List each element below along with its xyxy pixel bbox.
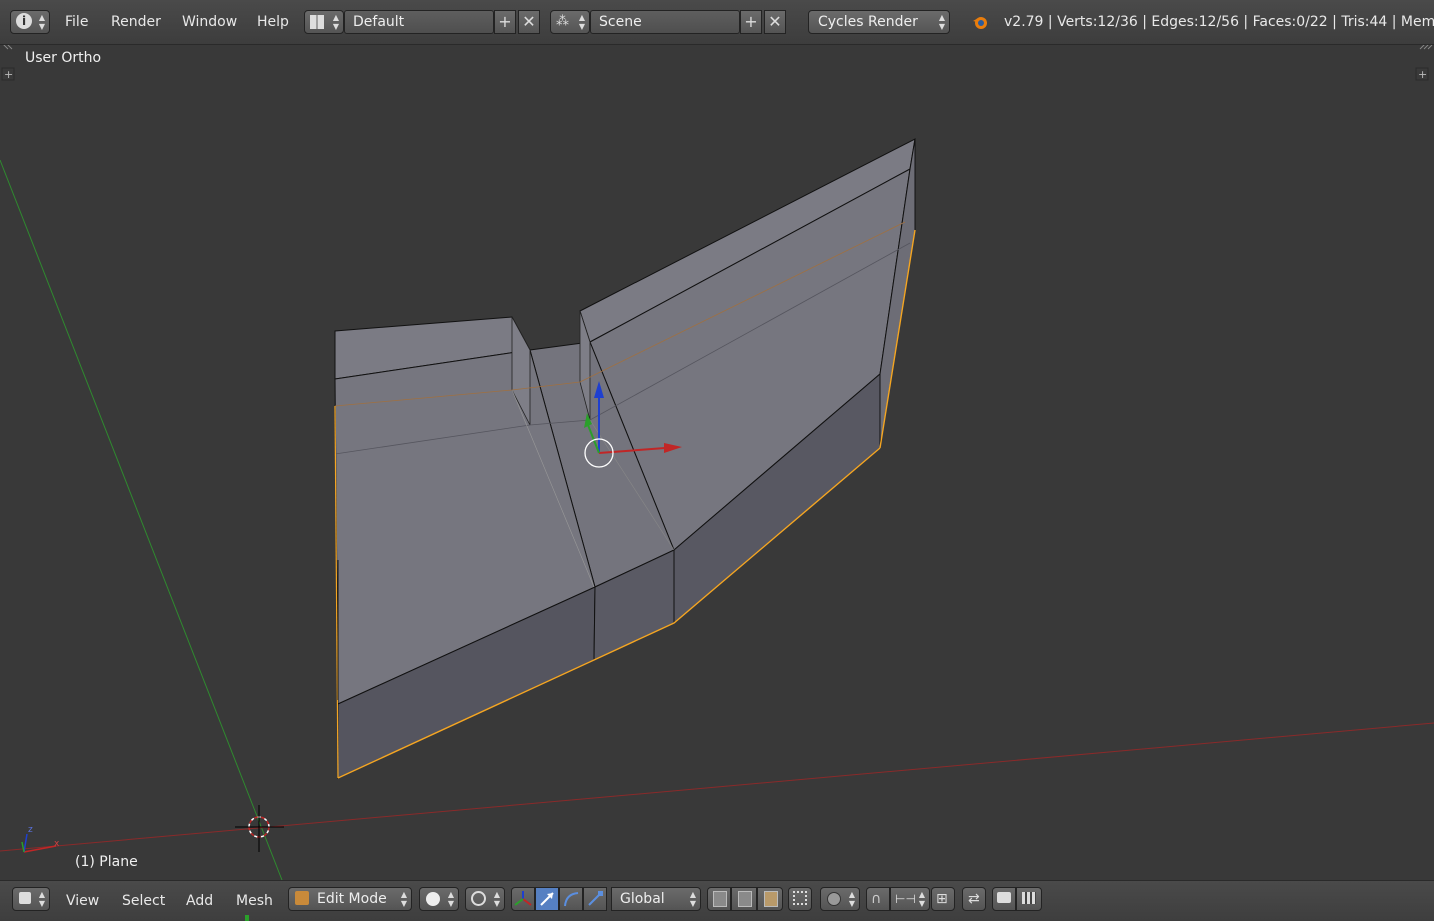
scene-selector[interactable]: ⁂ ▲ ▼ (550, 10, 590, 34)
scene-icon: ⁂ (556, 14, 569, 29)
layout-name-field[interactable]: Default (344, 10, 494, 34)
svg-text:+: + (4, 68, 13, 81)
mode-label: Edit Mode (317, 891, 387, 907)
area-split-handle-icon[interactable] (1419, 45, 1433, 50)
3d-cursor-icon[interactable] (235, 805, 284, 852)
camera-icon (997, 892, 1011, 903)
svg-text:+: + (1418, 68, 1427, 81)
y-axis-line (0, 159, 283, 880)
info-icon: i (16, 13, 32, 29)
chevron-updown-icon: ▲ ▼ (848, 890, 855, 908)
proportional-edit-icon (827, 892, 841, 906)
edit-mode-icon (295, 891, 309, 905)
blender-logo-icon (971, 13, 989, 31)
menu-add[interactable]: Add (186, 890, 213, 912)
scene-name-field[interactable]: Scene (590, 10, 740, 34)
chevron-updown-icon: ▲ ▼ (447, 890, 454, 908)
menu-mesh[interactable]: Mesh (236, 890, 273, 912)
scale-manipulator-button[interactable] (583, 887, 607, 911)
editor-type-button[interactable]: ▲ ▼ (12, 887, 50, 911)
face-select-button[interactable] (757, 887, 783, 911)
menu-render[interactable]: Render (111, 9, 161, 35)
translate-manipulator-button[interactable] (535, 887, 559, 911)
menu-select[interactable]: Select (122, 890, 165, 912)
mesh-object-plane[interactable] (334, 138, 916, 779)
limit-selection-visible-button[interactable] (788, 887, 812, 911)
chevron-updown-icon: ▲ ▼ (493, 890, 500, 908)
chevron-updown-icon: ▲ ▼ (332, 13, 339, 31)
editor-type-button[interactable]: i ▲ ▼ (10, 10, 50, 34)
timeline-cursor-marker (245, 915, 249, 921)
vertex-select-icon (713, 891, 727, 907)
info-header: i ▲ ▼ File Render Window Help ▲ ▼ Default … (0, 0, 1434, 45)
render-engine-label: Cycles Render (818, 14, 918, 30)
magnet-icon: ∩ (871, 891, 882, 907)
view-label: User Ortho (25, 50, 102, 66)
chevron-updown-icon: ▲ ▼ (938, 13, 945, 31)
transform-orientation-dropdown[interactable]: Global ▲ ▼ (611, 887, 701, 911)
rotate-icon (564, 892, 579, 907)
render-still-button[interactable] (992, 887, 1016, 911)
rotate-manipulator-button[interactable] (559, 887, 583, 911)
snap-toggle-button[interactable]: ∩ (866, 887, 890, 911)
chevron-updown-icon: ▲ ▼ (918, 890, 925, 908)
mirror-icon: ⇄ (968, 891, 980, 907)
x-axis-line (0, 722, 1434, 852)
edge-select-icon (738, 891, 752, 907)
chevron-updown-icon: ▲ ▼ (400, 890, 407, 908)
pivot-point-dropdown[interactable]: ▲ ▼ (465, 887, 505, 911)
uv-sync-button[interactable]: ⇄ (962, 887, 986, 911)
snap-increment-icon: ⊢⊣ (895, 892, 916, 906)
remove-layout-button[interactable]: ✕ (518, 10, 540, 34)
chevron-updown-icon: ▲ ▼ (38, 890, 45, 908)
solid-shading-icon (426, 892, 440, 906)
snap-target-icon: ⊞ (936, 891, 948, 907)
clapperboard-icon (1022, 892, 1036, 904)
remove-scene-button[interactable]: ✕ (764, 10, 786, 34)
screen-layout-selector[interactable]: ▲ ▼ (304, 10, 344, 34)
pivot-icon (471, 891, 486, 906)
proportional-editing-dropdown[interactable]: ▲ ▼ (820, 887, 860, 911)
snap-target-button[interactable]: ⊞ (931, 887, 955, 911)
viewport-shading-dropdown[interactable]: ▲ ▼ (419, 887, 459, 911)
axis-gizmo-icon: z x (21, 825, 60, 853)
menu-file[interactable]: File (65, 9, 88, 35)
3d-viewport[interactable]: z x + + User Ortho (1) Plane (0, 45, 1434, 880)
occlude-geometry-icon (793, 891, 807, 905)
scene-statistics: v2.79 | Verts:12/36 | Edges:12/56 | Face… (1004, 14, 1434, 30)
edge-select-button[interactable] (731, 887, 757, 911)
menu-view[interactable]: View (66, 890, 99, 912)
area-split-handle-left-icon[interactable] (0, 45, 13, 50)
add-scene-button[interactable]: + (740, 10, 762, 34)
face-select-icon (764, 891, 778, 907)
chevron-updown-icon: ▲ ▼ (689, 890, 696, 908)
render-engine-dropdown[interactable]: Cycles Render ▲ ▼ (808, 10, 950, 34)
mode-dropdown[interactable]: Edit Mode ▲ ▼ (288, 887, 412, 911)
menu-help[interactable]: Help (257, 9, 289, 35)
add-layout-button[interactable]: + (494, 10, 516, 34)
3d-view-header: ▲ ▼ View Select Add Mesh Edit Mode ▲ ▼ ▲ ▼ … (0, 880, 1434, 921)
region-toggle-left-icon[interactable]: + (1, 67, 15, 81)
axis-manipulator-icon (514, 891, 532, 906)
scale-icon (588, 891, 603, 906)
chevron-updown-icon: ▲ ▼ (578, 13, 585, 31)
orientation-label: Global (620, 891, 665, 907)
menu-window[interactable]: Window (182, 9, 237, 35)
render-animation-button[interactable] (1016, 887, 1042, 911)
chevron-updown-icon: ▲ ▼ (38, 13, 45, 31)
arrow-icon (540, 892, 554, 906)
svg-text:x: x (54, 839, 60, 849)
vertex-select-button[interactable] (707, 887, 731, 911)
object-label: (1) Plane (75, 854, 138, 870)
layout-icon (310, 15, 324, 29)
svg-text:z: z (28, 825, 33, 835)
manipulator-toggle[interactable] (511, 887, 535, 911)
cube-icon (19, 892, 31, 904)
region-toggle-right-icon[interactable]: + (1415, 67, 1429, 81)
snap-element-dropdown[interactable]: ⊢⊣ ▲ ▼ (890, 887, 930, 911)
